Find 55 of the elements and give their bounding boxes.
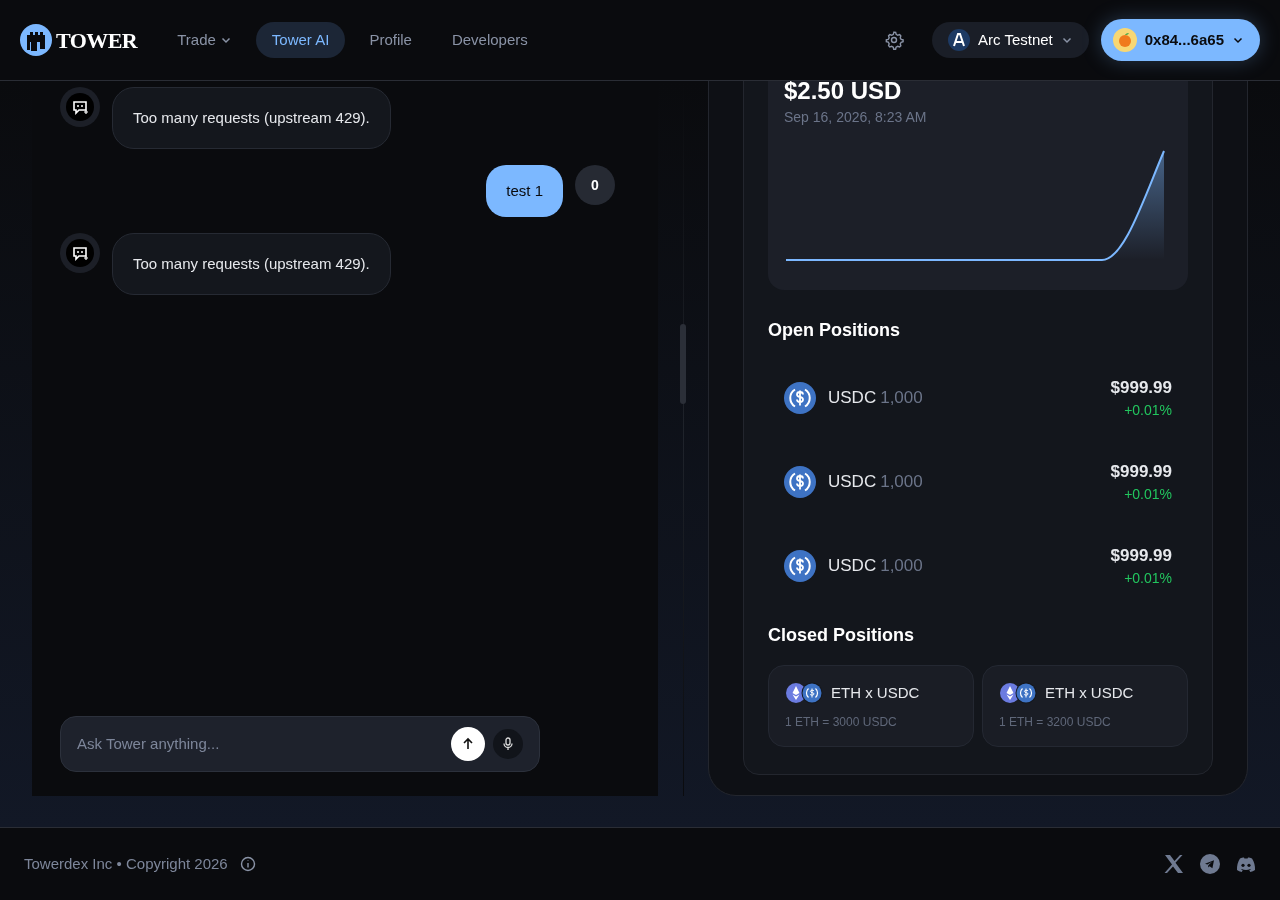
closed-position-card[interactable]: ETH x USDC 1 ETH = 3000 USDC [768,665,974,747]
bot-avatar-icon [60,233,100,273]
telegram-icon[interactable] [1200,854,1220,874]
timestamp: Sep 16, 2026, 8:23 AM [784,108,928,127]
discord-icon[interactable] [1236,856,1256,872]
position-change: +0.01% [1124,485,1172,504]
network-selector[interactable]: Arc Testnet [932,22,1089,58]
token-amount: 1,000 [880,555,923,578]
position-change: +0.01% [1124,401,1172,420]
token-amount: 1,000 [880,387,923,410]
usdc-coin-icon [784,550,816,582]
assistant-message: Too many requests (upstream 429). [112,233,391,295]
token-name: USDC [828,471,877,494]
usdc-coin-icon [784,466,816,498]
token-name: USDC [828,387,877,410]
nav-tab[interactable]: Profile [353,22,428,58]
nav-tab[interactable]: Tower AI [255,22,346,58]
bot-avatar-icon [60,87,100,127]
assistant-message: Too many requests (upstream 429). [112,87,391,149]
send-button[interactable] [451,727,485,761]
microphone-icon [501,737,515,751]
user-message: test 1 [486,165,563,217]
pair-name: ETH x USDC [1045,683,1134,703]
token-amount: 1,000 [880,471,923,494]
closed-position-card[interactable]: ETH x USDC 1 ETH = 3200 USDC [982,665,1188,747]
arrow-up-icon [461,737,475,751]
usdc-coin-icon [784,382,816,414]
position-value: $999.99 [1110,545,1172,567]
avatar-icon [1112,28,1137,52]
scrollbar-thumb[interactable] [680,324,686,404]
logo-text: TOWER [56,26,138,55]
message-input[interactable]: Ask Tower anything... [77,732,451,756]
nav-tab[interactable]: Trade [161,22,248,58]
microphone-button[interactable] [493,729,523,759]
section-heading: Open Positions [768,319,901,342]
eth-usdc-pair-icon [999,682,1037,705]
info-icon[interactable] [239,856,256,872]
eth-usdc-pair-icon [785,682,823,705]
x-icon[interactable] [1164,855,1184,873]
token-name: USDC [828,555,877,578]
position-value: $999.99 [1110,377,1172,399]
copyright-text: Towerdex Inc • Copyright 2026 [24,853,228,874]
exchange-rate: 1 ETH = 3200 USDC [999,713,1112,731]
section-heading: Closed Positions [768,624,916,647]
portfolio-value: $2.50 USD [784,81,903,106]
exchange-rate: 1 ETH = 3000 USDC [785,713,898,731]
pair-name: ETH x USDC [831,683,920,703]
nav-tab[interactable]: Developers [435,22,544,58]
tower-logo-icon [20,24,52,56]
arc-network-icon [948,29,970,51]
chat-input[interactable]: Ask Tower anything... [60,716,540,772]
user-avatar: 0 [575,165,615,205]
position-change: +0.01% [1124,569,1172,588]
wallet-button[interactable]: 0x84...6a65 [1100,19,1260,61]
position-value: $999.99 [1110,461,1172,483]
